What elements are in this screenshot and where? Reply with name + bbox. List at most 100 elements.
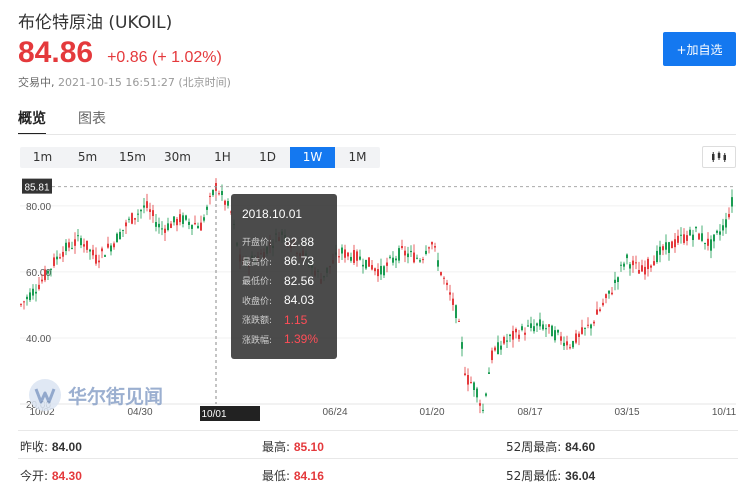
candle-body <box>416 257 418 259</box>
candle-body <box>32 288 34 296</box>
candle-body <box>545 328 547 330</box>
stats-divider <box>18 458 738 459</box>
tab-overview[interactable]: 概览 <box>18 108 46 135</box>
candle-body <box>581 327 583 334</box>
candle-body <box>95 254 97 264</box>
candle-body <box>203 217 205 221</box>
candle-body <box>23 301 25 303</box>
candle-body <box>113 243 115 248</box>
candle-body <box>710 239 712 251</box>
trading-status: 交易中, 2021-10-15 16:51:27 (北京时间) <box>18 74 231 90</box>
stat-label: 最低: <box>262 469 291 483</box>
watermark: 华尔街见闻 <box>28 378 163 412</box>
tooltip-label: 最高价: <box>242 257 273 268</box>
candle-body <box>620 264 622 266</box>
candle-body <box>659 246 661 255</box>
stat-low: 最低: 84.16 <box>262 467 324 484</box>
candle-body <box>491 350 493 361</box>
last-price: 84.86 <box>18 36 94 69</box>
view-tabs: 概览 图表 <box>18 108 138 135</box>
period-15m[interactable]: 15m <box>110 147 155 168</box>
candle-body <box>419 260 421 262</box>
x-tick-label: 06/24 <box>322 407 347 418</box>
candle-body <box>374 268 376 272</box>
candle-body <box>449 292 451 295</box>
candle-body <box>404 250 406 256</box>
candle-body <box>569 347 571 349</box>
candle-body <box>35 291 37 294</box>
candle-body <box>158 223 160 228</box>
current-price-label: 85.81 <box>24 183 49 194</box>
candle-body <box>641 265 643 272</box>
candle-body <box>89 249 91 252</box>
candle-body <box>200 222 202 231</box>
tooltip-label: 收盘价: <box>242 296 273 307</box>
period-5m[interactable]: 5m <box>65 147 110 168</box>
stat-label: 最高: <box>262 440 291 454</box>
tooltip-row-change: 涨跌额: 1.15 <box>242 310 337 330</box>
candle-body <box>578 333 580 337</box>
add-watchlist-button[interactable]: +加自选 <box>663 32 736 66</box>
candle-body <box>677 235 679 243</box>
tab-chart[interactable]: 图表 <box>78 108 106 135</box>
candle-body <box>125 222 127 227</box>
candle-body <box>38 284 40 290</box>
x-tick-label: 03/15 <box>614 407 639 418</box>
candle-body <box>599 309 601 311</box>
candle-body <box>704 242 706 245</box>
candle-body <box>467 374 469 385</box>
candle-body <box>383 266 385 276</box>
candle-body <box>431 242 433 245</box>
candle-body <box>44 269 46 281</box>
stat-prev-close: 昨收: 84.00 <box>20 438 82 455</box>
period-1d[interactable]: 1D <box>245 147 290 168</box>
candle-body <box>455 305 457 319</box>
candle-body <box>608 290 610 294</box>
candle-body <box>428 247 430 249</box>
tab-divider <box>18 134 736 135</box>
candle-body <box>341 247 343 254</box>
candle-body <box>722 225 724 231</box>
status-text: 交易中, <box>18 76 55 89</box>
period-1w[interactable]: 1W <box>290 147 335 168</box>
candle-body <box>53 257 55 266</box>
candle-body <box>164 228 166 233</box>
candle-body <box>389 256 391 258</box>
candle-body <box>563 342 565 346</box>
candle-body <box>725 219 727 228</box>
candle-body <box>392 257 394 263</box>
candle-body <box>206 206 208 210</box>
candle-body <box>86 240 88 250</box>
candle-body <box>518 334 520 339</box>
candle-body <box>629 264 631 269</box>
period-1mo[interactable]: 1M <box>335 147 380 168</box>
candle-body <box>221 191 223 195</box>
candle-body <box>122 229 124 231</box>
candle-body <box>440 272 442 276</box>
candle-body <box>596 309 598 315</box>
stat-value: 84.60 <box>565 440 596 454</box>
candle-body <box>413 252 415 263</box>
candle-body <box>602 302 604 306</box>
candle-body <box>680 234 682 236</box>
candle-body <box>647 258 649 270</box>
candle-body <box>41 279 43 282</box>
period-1h[interactable]: 1H <box>200 147 245 168</box>
period-1m[interactable]: 1m <box>20 147 65 168</box>
stats-divider <box>18 430 738 431</box>
candle-body <box>527 325 529 327</box>
chart-type-button[interactable] <box>702 146 736 168</box>
candle-body <box>77 235 79 237</box>
candle-body <box>59 257 61 259</box>
candle-body <box>509 334 511 337</box>
candle-body <box>626 254 628 259</box>
candle-body <box>689 229 691 236</box>
candle-body <box>464 373 466 375</box>
period-30m[interactable]: 30m <box>155 147 200 168</box>
stat-52w-high: 52周最高: 84.60 <box>506 438 595 455</box>
candle-body <box>104 255 106 257</box>
candle-body <box>137 213 139 215</box>
candle-body <box>83 244 85 247</box>
crosshair-date-label: 10/01 <box>201 409 226 420</box>
x-tick-label: 08/17 <box>517 407 542 418</box>
